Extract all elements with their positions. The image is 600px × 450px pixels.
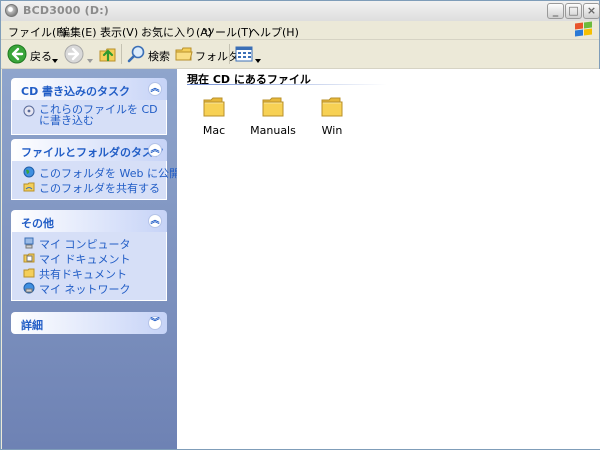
folder-name: Mac bbox=[202, 124, 226, 137]
search-label[interactable]: 検索 bbox=[148, 48, 170, 64]
folder-icon bbox=[203, 97, 225, 117]
other-places-body: マイ コンピュータ マイ ドキュメント 共有ドキュメント マイ ネットワーク bbox=[11, 232, 167, 301]
windows-logo-icon bbox=[573, 21, 595, 38]
globe-icon bbox=[23, 166, 35, 178]
my-documents-icon bbox=[23, 253, 35, 263]
expand-chevron-icon[interactable]: ︾ bbox=[148, 316, 162, 330]
details-header[interactable]: 詳細 ︾ bbox=[11, 312, 167, 334]
forward-dropdown-icon[interactable] bbox=[87, 51, 93, 71]
maximize-icon: □ bbox=[568, 4, 579, 17]
task-share-folder-label: このフォルダを共有する bbox=[39, 182, 160, 195]
close-icon: × bbox=[586, 4, 597, 17]
folder-item[interactable]: Mac bbox=[184, 96, 244, 137]
collapse-chevron-icon[interactable]: ︽ bbox=[148, 143, 162, 157]
folder-icon bbox=[262, 97, 284, 117]
details-title: 詳細 bbox=[21, 319, 43, 332]
task-burn-cd-label: これらのファイルを CD に書き込む bbox=[39, 103, 158, 127]
forward-arrow-icon[interactable] bbox=[64, 44, 84, 64]
other-places-title: その他 bbox=[21, 217, 54, 230]
folder-name: Win bbox=[321, 124, 343, 137]
minimize-icon: _ bbox=[552, 4, 559, 17]
back-label[interactable]: 戻る bbox=[30, 48, 52, 64]
cd-tasks-body: これらのファイルを CD に書き込む bbox=[11, 100, 167, 135]
my-network-icon bbox=[23, 282, 35, 294]
folders-icon[interactable] bbox=[174, 44, 194, 64]
maximize-button[interactable]: □ bbox=[565, 3, 582, 19]
cd-burn-icon bbox=[23, 105, 35, 117]
cd-tasks-panel: CD 書き込みのタスク ︽ これらのファイルを CD に書き込む bbox=[11, 78, 167, 135]
folder-tasks-header[interactable]: ファイルとフォルダのタスク ︽ bbox=[11, 139, 167, 161]
my-computer-icon bbox=[24, 237, 34, 249]
menu-help[interactable]: ヘルプ(H) bbox=[249, 24, 299, 40]
other-places-header[interactable]: その他 ︽ bbox=[11, 210, 167, 232]
toolbar-separator bbox=[229, 44, 230, 64]
file-list-pane: 現在 CD にあるファイル Mac Manuals Win bbox=[177, 69, 600, 449]
other-places-panel: その他 ︽ マイ コンピュータ マイ ドキュメント 共有ドキュメント マイ ネッ… bbox=[11, 210, 167, 301]
details-panel: 詳細 ︾ bbox=[11, 312, 167, 334]
explorer-window: BCD3000 (D:) _ □ × ファイル(F) 編集(E) 表示(V) お… bbox=[0, 0, 600, 450]
window-title: BCD3000 (D:) bbox=[23, 4, 110, 17]
task-pane: CD 書き込みのタスク ︽ これらのファイルを CD に書き込む ファイルとフォ… bbox=[2, 69, 202, 449]
toolbar-separator bbox=[121, 44, 122, 64]
folder-item[interactable]: Manuals bbox=[243, 96, 303, 137]
place-shared-documents-label: 共有ドキュメント bbox=[39, 268, 127, 281]
folder-item[interactable]: Win bbox=[302, 96, 362, 137]
cd-tasks-title: CD 書き込みのタスク bbox=[21, 85, 131, 98]
place-my-network-label: マイ ネットワーク bbox=[39, 283, 131, 296]
toolbar: 戻る 検索 フォルダ bbox=[1, 40, 599, 69]
minimize-button[interactable]: _ bbox=[547, 3, 564, 19]
menu-favorites[interactable]: お気に入り(A) bbox=[141, 24, 212, 40]
menu-edit[interactable]: 編集(E) bbox=[59, 24, 97, 40]
title-bar[interactable]: BCD3000 (D:) _ □ × bbox=[1, 1, 600, 22]
folder-tasks-body: このフォルダを Web に公開する このフォルダを共有する bbox=[11, 161, 202, 200]
close-button[interactable]: × bbox=[583, 3, 600, 19]
folder-icon bbox=[321, 97, 343, 117]
folders-label[interactable]: フォルダ bbox=[195, 48, 239, 64]
cd-drive-icon bbox=[5, 4, 18, 17]
folder-tasks-panel: ファイルとフォルダのタスク ︽ このフォルダを Web に公開する このフォルダ… bbox=[11, 139, 202, 200]
search-icon[interactable] bbox=[127, 44, 147, 64]
views-icon[interactable] bbox=[234, 44, 254, 64]
place-my-documents-label: マイ ドキュメント bbox=[39, 253, 131, 266]
back-arrow-icon[interactable] bbox=[7, 44, 27, 64]
collapse-chevron-icon[interactable]: ︽ bbox=[148, 214, 162, 228]
place-my-computer-label: マイ コンピュータ bbox=[39, 238, 131, 251]
shared-documents-icon bbox=[23, 268, 35, 278]
share-folder-icon bbox=[23, 182, 35, 192]
menu-view[interactable]: 表示(V) bbox=[100, 24, 138, 40]
menu-tools[interactable]: ツール(T) bbox=[204, 24, 252, 40]
up-folder-icon[interactable] bbox=[98, 44, 118, 64]
cd-tasks-header[interactable]: CD 書き込みのタスク ︽ bbox=[11, 78, 167, 100]
heading-underline bbox=[187, 84, 387, 85]
folder-name: Manuals bbox=[250, 124, 296, 137]
back-dropdown-icon[interactable] bbox=[52, 51, 58, 71]
menu-bar: ファイル(F) 編集(E) 表示(V) お気に入り(A) ツール(T) ヘルプ(… bbox=[1, 21, 599, 40]
collapse-chevron-icon[interactable]: ︽ bbox=[148, 82, 162, 96]
views-dropdown-icon[interactable] bbox=[255, 51, 261, 71]
folder-tasks-title: ファイルとフォルダのタスク bbox=[21, 146, 164, 159]
